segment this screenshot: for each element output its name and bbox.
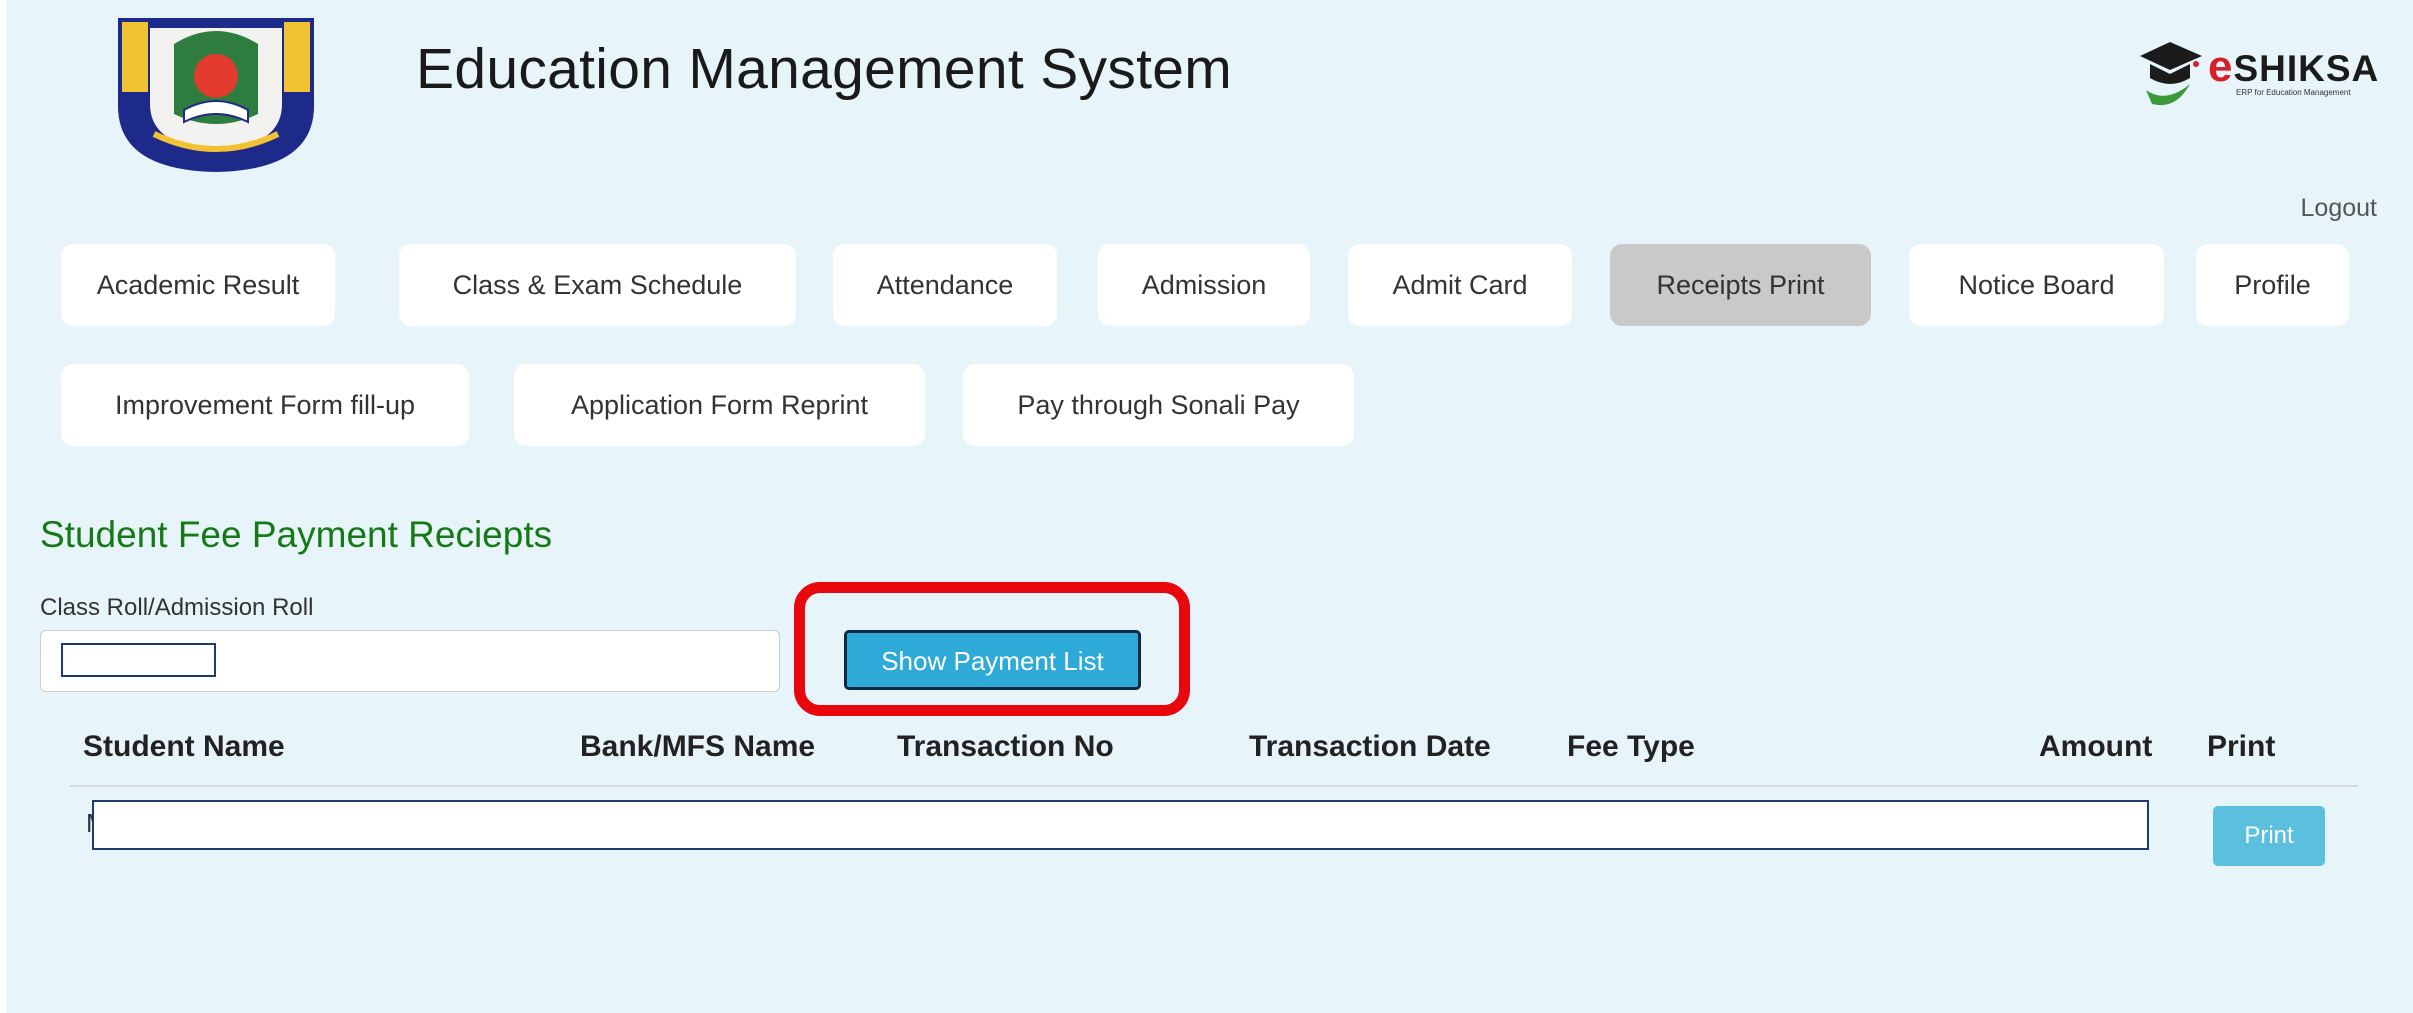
nav-admit-card[interactable]: Admit Card — [1348, 244, 1572, 326]
graduation-cap-icon — [2140, 42, 2202, 106]
nav-academic-result[interactable]: Academic Result — [61, 244, 335, 326]
page-panel: Education Management System eSHIKSA ERP … — [6, 0, 2413, 1013]
brand-name-rest: SHIKSA — [2233, 48, 2380, 89]
college-logo — [118, 18, 314, 172]
col-transaction-date: Transaction Date — [1249, 730, 1491, 763]
col-amount: Amount — [2039, 730, 2153, 763]
print-button[interactable]: Print — [2213, 806, 2325, 866]
nav-receipts-print[interactable]: Receipts Print — [1610, 244, 1871, 326]
nav-class-exam-schedule[interactable]: Class & Exam Schedule — [399, 244, 796, 326]
nav-improvement-form[interactable]: Improvement Form fill-up — [61, 364, 469, 446]
redacted-row-details — [92, 800, 2149, 850]
brand-tagline: ERP for Education Management — [2236, 88, 2351, 97]
col-student-name: Student Name — [83, 730, 285, 763]
roll-field-label: Class Roll/Admission Roll — [40, 594, 314, 621]
nav-notice-board[interactable]: Notice Board — [1909, 244, 2164, 326]
nav-attendance[interactable]: Attendance — [833, 244, 1057, 326]
section-title: Student Fee Payment Reciepts — [40, 514, 553, 555]
roll-input[interactable] — [40, 630, 780, 692]
eshiksa-brand: eSHIKSA ERP for Education Management — [2136, 34, 2379, 110]
col-fee-type: Fee Type — [1567, 730, 1695, 763]
logout-link[interactable]: Logout — [2301, 194, 2377, 223]
col-bank-mfs-name: Bank/MFS Name — [580, 730, 816, 763]
nav-admission[interactable]: Admission — [1098, 244, 1310, 326]
show-payment-list-button[interactable]: Show Payment List — [844, 630, 1141, 690]
brand-name-prefix: e — [2208, 42, 2234, 91]
nav-application-form-reprint[interactable]: Application Form Reprint — [514, 364, 925, 446]
brand-name: eSHIKSA — [2208, 42, 2379, 92]
nav-profile[interactable]: Profile — [2196, 244, 2349, 326]
redacted-roll-value — [61, 643, 216, 677]
nav-sonali-pay[interactable]: Pay through Sonali Pay — [963, 364, 1354, 446]
col-print: Print — [2207, 730, 2276, 763]
col-transaction-no: Transaction No — [897, 730, 1114, 763]
app-title: Education Management System — [416, 37, 1233, 101]
table-header-divider — [70, 785, 2358, 787]
